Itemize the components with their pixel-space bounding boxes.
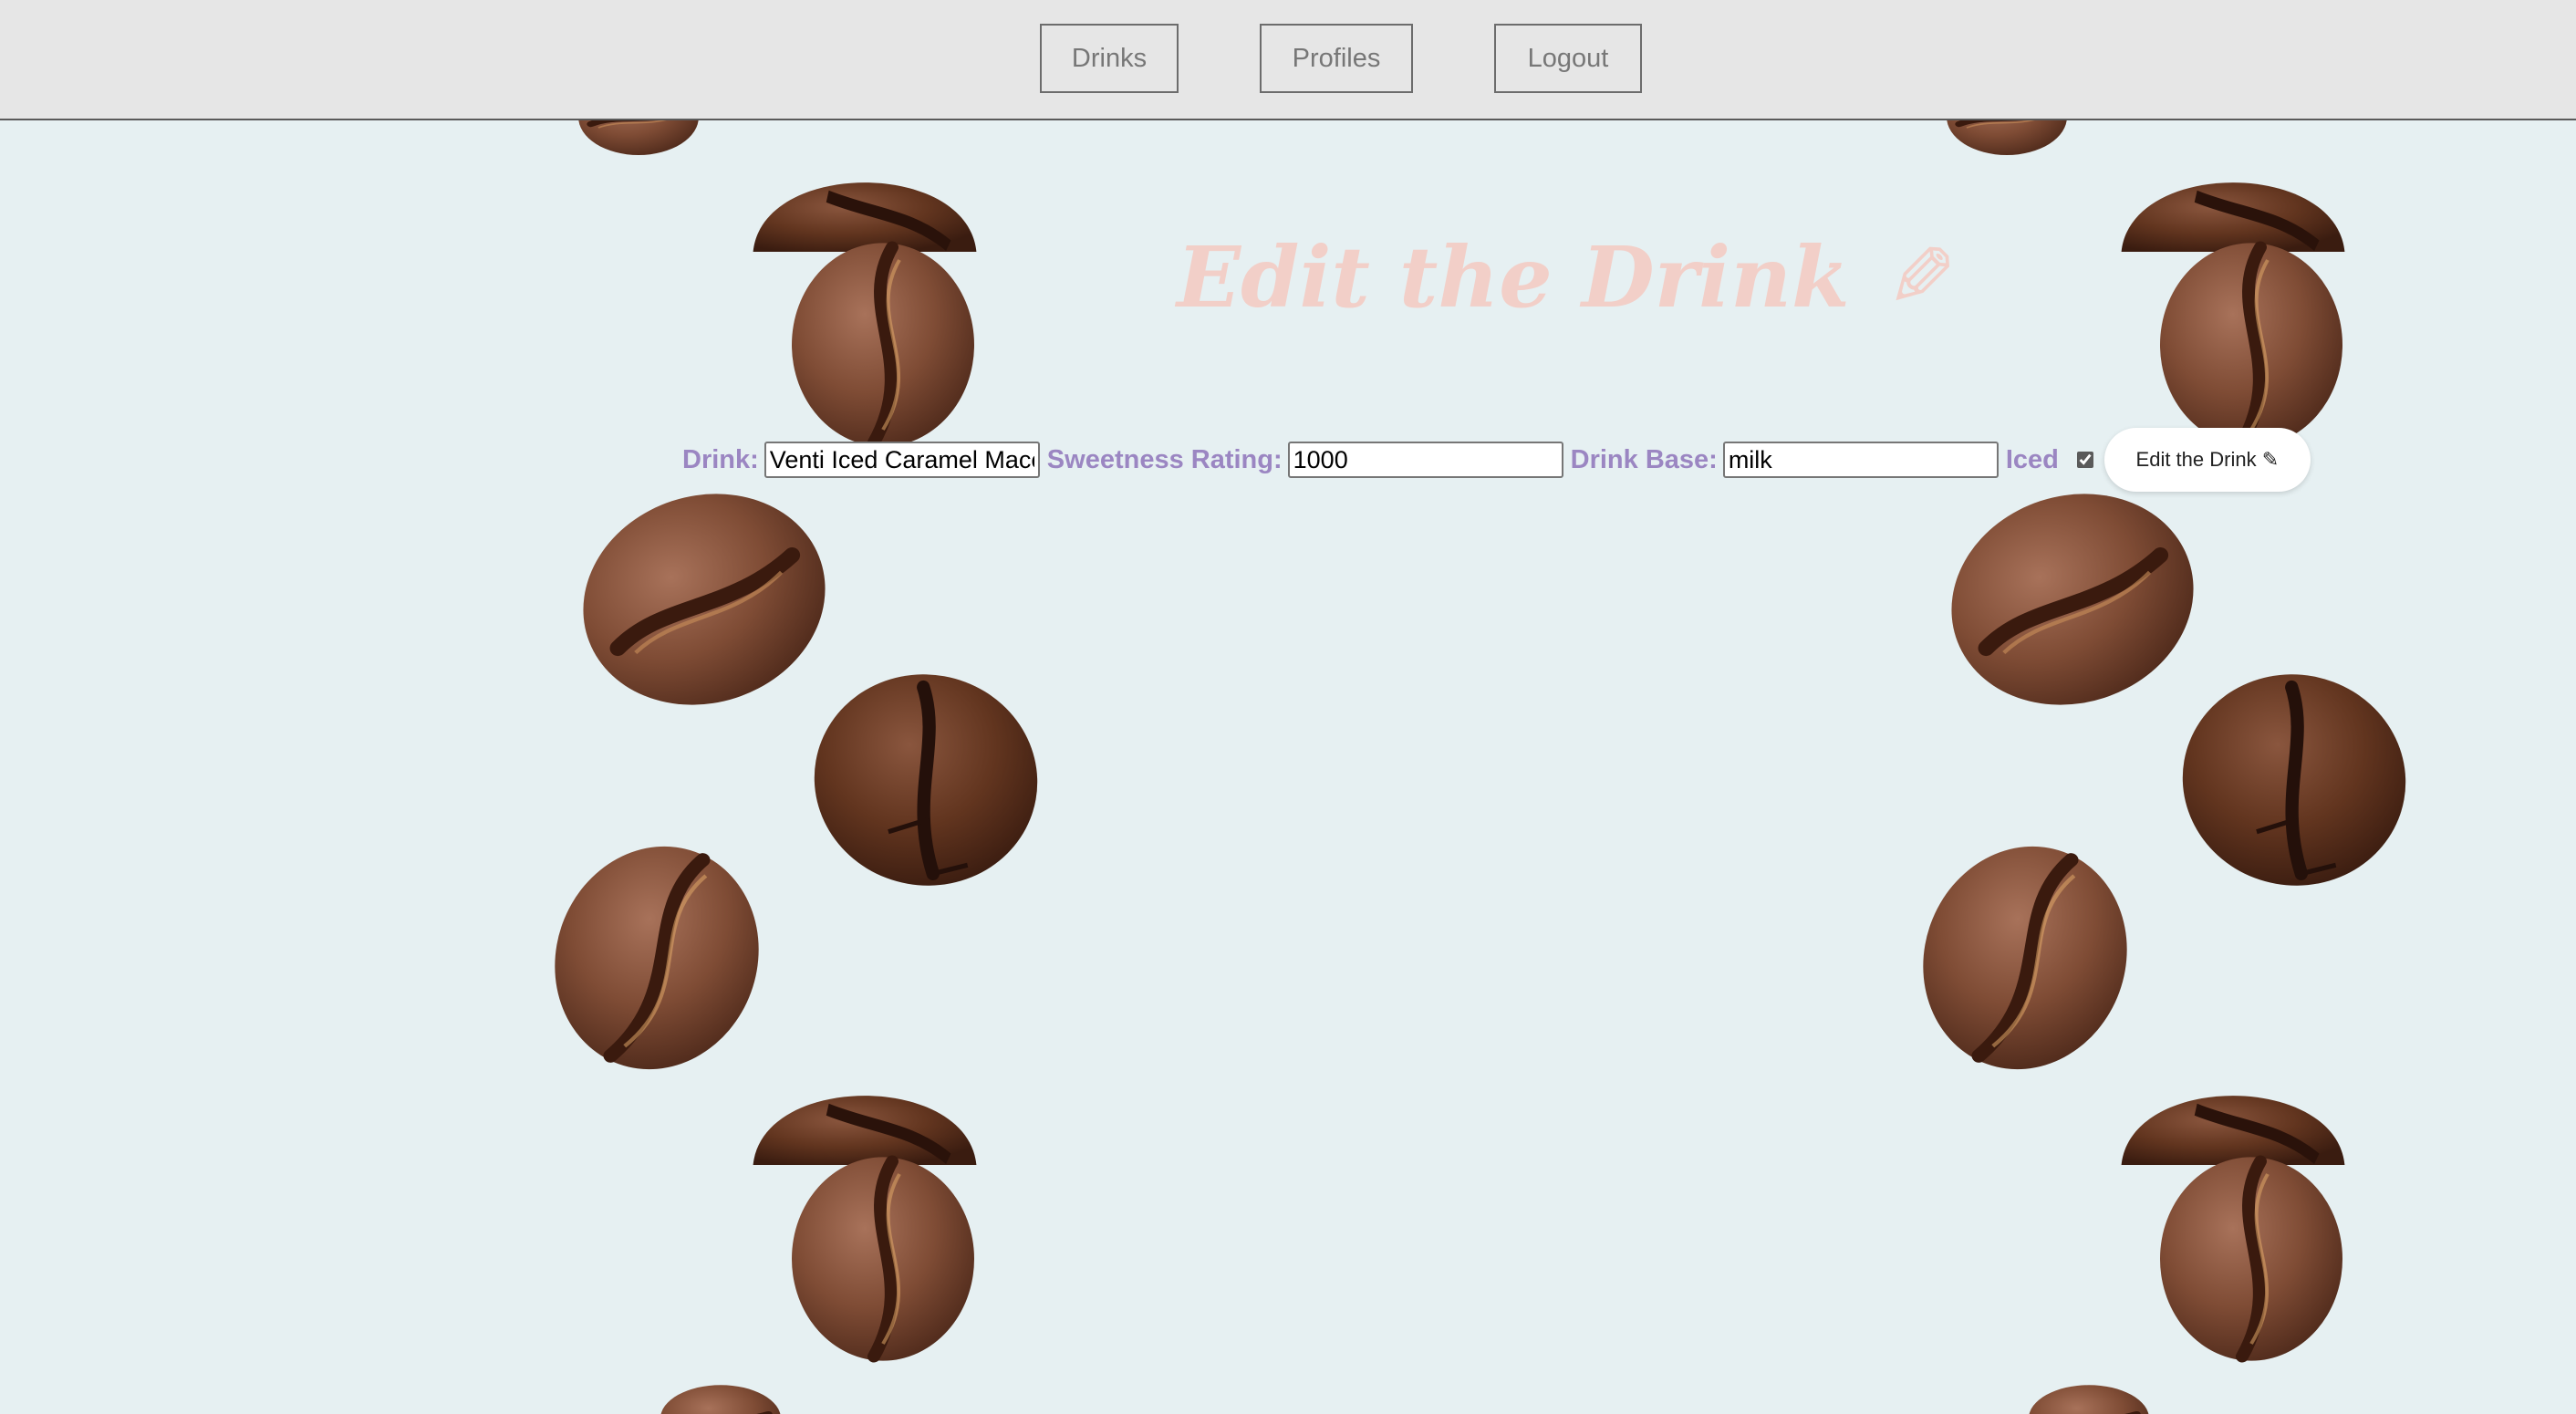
bean-right-7 (2122, 1096, 2345, 1165)
edit-drink-form: Drink: Sweetness Rating: Drink Base: Ice… (682, 428, 2311, 492)
bean-right-8 (2160, 1157, 2342, 1360)
page-title-text: Edit the Drink (1177, 228, 1850, 327)
bean-left-9 (660, 1385, 781, 1414)
bean-right-6 (1892, 817, 2157, 1098)
iced-label: Iced (2005, 444, 2059, 474)
bean-left-7 (753, 1096, 977, 1165)
drink-base-input[interactable] (1722, 442, 1999, 478)
edit-drink-submit-button[interactable]: Edit the Drink ✎ (2103, 428, 2311, 492)
page-title: Edit the Drink ✎ (1177, 228, 1957, 327)
drink-label: Drink: (682, 444, 759, 474)
bean-left-6 (524, 817, 789, 1098)
nav-logout-button[interactable]: Logout (1494, 24, 1642, 93)
bean-left-3 (792, 243, 974, 446)
coffee-bean-background (0, 0, 2576, 1414)
drink-base-label: Drink Base: (1570, 444, 1718, 474)
bean-left-5 (797, 657, 1054, 903)
bean-right-9 (2029, 1385, 2149, 1414)
bean-left-8 (792, 1157, 974, 1360)
bean-right-3 (2160, 243, 2342, 446)
bean-right-4 (1924, 463, 2221, 736)
pencil-icon: ✎ (1885, 228, 1957, 327)
top-navbar: Drinks Profiles Logout (0, 0, 2576, 120)
bean-right-2 (2122, 182, 2345, 252)
bean-left-4 (556, 463, 853, 736)
bean-right-5 (2166, 657, 2422, 903)
sweetness-rating-input[interactable] (1287, 442, 1563, 478)
sweetness-label: Sweetness Rating: (1046, 444, 1283, 474)
iced-checkbox[interactable] (2076, 452, 2093, 468)
drink-name-input[interactable] (763, 442, 1040, 478)
bean-left-2 (753, 182, 977, 252)
nav-drinks-button[interactable]: Drinks (1040, 24, 1179, 93)
nav-profiles-button[interactable]: Profiles (1260, 24, 1413, 93)
